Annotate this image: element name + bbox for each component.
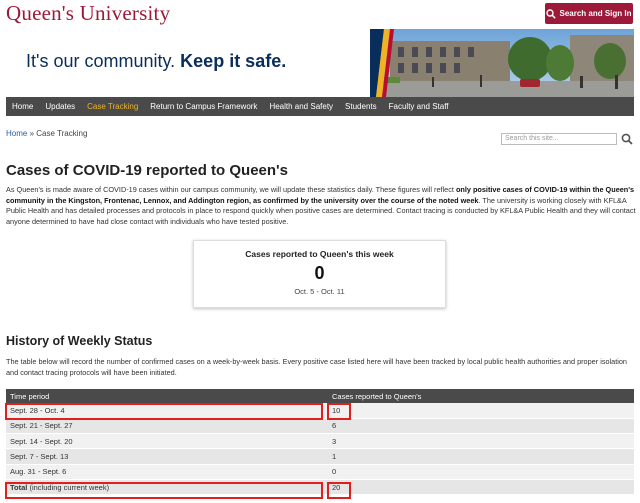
breadcrumb: Home » Case Tracking <box>6 129 87 138</box>
table-row: Aug. 31 - Sept. 60 <box>6 464 634 480</box>
cell-cases: 1 <box>328 448 634 465</box>
search-icon[interactable] <box>621 133 633 145</box>
card-value: 0 <box>314 263 325 283</box>
table-row: Sept. 14 - Sept. 20 3 <box>6 433 634 450</box>
breadcrumb-current: Case Tracking <box>36 129 88 138</box>
highlight-box-first-row-period <box>5 403 323 420</box>
signin-label: Search and Sign In <box>559 9 632 18</box>
slogan-bold: Keep it safe. <box>180 51 287 71</box>
cell-cases: 6 <box>328 418 634 435</box>
cell-period: Aug. 31 - Sept. 6 <box>6 464 328 480</box>
cell-period: Sept. 14 - Sept. 20 <box>6 433 328 450</box>
nav-item-updates[interactable]: Updates <box>39 97 81 116</box>
weekly-cases-card: Cases reported to Queen's this week 0 Oc… <box>193 240 446 308</box>
site-search-input[interactable]: Search this site... <box>501 133 617 145</box>
main-nav: Home Updates Case Tracking Return to Cam… <box>6 97 634 116</box>
card-date-range: Oct. 5 - Oct. 11 <box>294 287 345 296</box>
breadcrumb-home-link[interactable]: Home <box>6 129 27 138</box>
nav-item-health-and-safety[interactable]: Health and Safety <box>263 97 339 116</box>
column-header-time-period: Time period <box>6 389 328 403</box>
cell-total-value: 20 <box>328 479 634 496</box>
history-description: The table below will record the number o… <box>6 357 627 377</box>
banner-slogan: It's our community. Keep it safe. <box>26 51 286 72</box>
cell-period: Sept. 21 - Sept. 27 <box>6 418 328 435</box>
history-title: History of Weekly Status <box>6 334 153 348</box>
table-row: Sept. 21 - Sept. 27 6 <box>6 418 634 435</box>
column-header-cases: Cases reported to Queen's <box>328 389 634 403</box>
nav-item-faculty-and-staff[interactable]: Faculty and Staff <box>383 97 455 116</box>
breadcrumb-separator: » <box>29 129 35 138</box>
nav-item-students[interactable]: Students <box>339 97 383 116</box>
table-header-row: Time period Cases reported to Queen's <box>6 389 634 403</box>
card-title: Cases reported to Queen's this week <box>245 249 394 259</box>
intro-paragraph: As Queen's is made aware of COVID-19 cas… <box>6 185 636 227</box>
cell-period: Sept. 7 - Sept. 13 <box>6 448 328 465</box>
cell-cases: 10 <box>328 403 634 419</box>
university-logo[interactable]: Queen's University <box>6 1 170 26</box>
campaign-banner: It's our community. Keep it safe. <box>6 29 634 97</box>
table-row: Sept. 7 - Sept. 13 1 <box>6 448 634 465</box>
page-title: Cases of COVID-19 reported to Queen's <box>6 162 288 179</box>
intro-text-1: As Queen's is made aware of COVID-19 cas… <box>6 185 456 194</box>
slogan-plain: It's our community. <box>26 51 176 71</box>
highlight-box-total-value <box>327 482 351 499</box>
nav-item-return-to-campus[interactable]: Return to Campus Framework <box>144 97 263 116</box>
highlight-box-total-period <box>5 482 323 499</box>
search-and-signin-button[interactable]: Search and Sign In <box>545 3 633 24</box>
nav-item-home[interactable]: Home <box>6 97 39 116</box>
cell-cases: 3 <box>328 433 634 450</box>
nav-item-case-tracking[interactable]: Case Tracking <box>81 97 144 116</box>
campus-photo <box>370 29 634 97</box>
highlight-box-first-row-value <box>327 403 351 420</box>
search-icon <box>546 8 557 19</box>
cell-cases: 0 <box>328 464 634 480</box>
